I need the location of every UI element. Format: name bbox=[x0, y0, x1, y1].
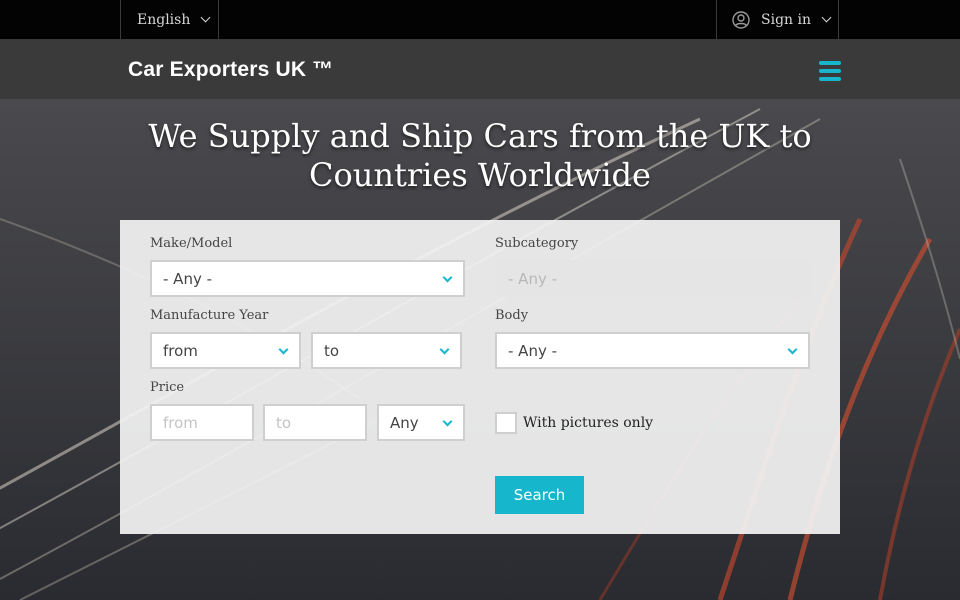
chevron-down-icon bbox=[787, 344, 798, 355]
make-model-label: Make/Model bbox=[150, 236, 233, 251]
year-to-select[interactable]: to bbox=[311, 332, 462, 369]
price-label: Price bbox=[150, 380, 185, 395]
price-to-input[interactable] bbox=[263, 404, 367, 441]
year-from-value: from bbox=[163, 341, 198, 360]
currency-value: Any bbox=[390, 413, 419, 432]
chevron-down-icon bbox=[439, 344, 450, 355]
chevron-down-icon bbox=[442, 272, 453, 283]
hamburger-menu-icon[interactable] bbox=[819, 61, 841, 81]
subcategory-value: - Any - bbox=[508, 269, 558, 288]
search-button[interactable]: Search bbox=[495, 476, 584, 514]
price-from-input[interactable] bbox=[150, 404, 254, 441]
chevron-down-icon bbox=[200, 12, 211, 23]
year-to-value: to bbox=[324, 341, 340, 360]
manufacture-year-label: Manufacture Year bbox=[150, 308, 269, 323]
language-label: English bbox=[137, 11, 191, 28]
body-label: Body bbox=[495, 308, 529, 323]
chevron-down-icon bbox=[821, 12, 832, 23]
make-model-value: - Any - bbox=[163, 269, 213, 288]
currency-select[interactable]: Any bbox=[377, 404, 465, 441]
chevron-down-icon bbox=[278, 344, 289, 355]
subcategory-select: - Any - bbox=[495, 260, 810, 297]
checkbox-box[interactable] bbox=[495, 412, 517, 434]
user-icon bbox=[732, 10, 750, 29]
year-from-select[interactable]: from bbox=[150, 332, 301, 369]
signin-label: Sign in bbox=[761, 11, 811, 28]
subcategory-label: Subcategory bbox=[495, 236, 579, 251]
with-pictures-label: With pictures only bbox=[523, 415, 654, 431]
signin-button[interactable]: Sign in bbox=[716, 0, 839, 39]
chevron-down-icon bbox=[442, 416, 453, 427]
search-form: Make/Model - Any - Subcategory - Any - M… bbox=[120, 220, 840, 534]
body-value: - Any - bbox=[508, 341, 558, 360]
make-model-select[interactable]: - Any - bbox=[150, 260, 465, 297]
with-pictures-checkbox[interactable]: With pictures only bbox=[495, 412, 653, 434]
hero-title: We Supply and Ship Cars from the UK to C… bbox=[148, 117, 812, 194]
site-logo[interactable]: Car Exporters UK ™ bbox=[128, 58, 334, 82]
body-select[interactable]: - Any - bbox=[495, 332, 810, 369]
language-selector[interactable]: English bbox=[120, 0, 219, 39]
